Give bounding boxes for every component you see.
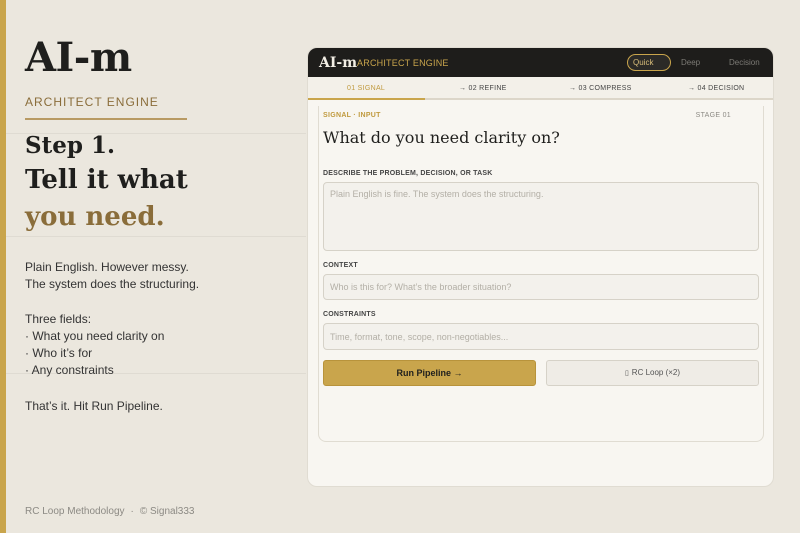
mode-quick-button[interactable]: Quick [627, 54, 671, 71]
mode-deep-button[interactable]: Deep [681, 54, 700, 71]
footer-copyright: © Signal333 [139, 506, 195, 517]
mode-decision-button[interactable]: Decision [729, 54, 760, 71]
tab-stage-decision[interactable]: → 04 DECISION [688, 77, 744, 100]
rc-loop-label: RC Loop (×2) [631, 368, 681, 377]
app-window: AI-m ARCHITECT ENGINE Quick Deep Decisio… [307, 47, 774, 487]
stage-tabs: 01 SIGNAL → 02 REFINE → 03 COMPRESS → 04… [308, 77, 773, 100]
stage-number: STAGE 01 [695, 112, 731, 119]
loop-icon: ▯ [624, 370, 629, 377]
field-bullet: · Any constraints [25, 363, 114, 377]
footer-separator: · [130, 506, 134, 517]
context-label: CONTEXT [323, 262, 358, 269]
tab-stage-compress[interactable]: → 03 COMPRESS [569, 77, 632, 100]
problem-textarea[interactable] [323, 182, 759, 251]
context-input[interactable] [323, 274, 759, 300]
constraints-label: CONSTRAINTS [323, 311, 376, 318]
field-bullet: · What you need clarity on [25, 329, 165, 343]
intro-line-1: Plain English. However messy. [25, 260, 189, 274]
closing-line: That’s it. Hit Run Pipeline. [25, 399, 163, 413]
footer: RC Loop Methodology · © Signal333 [25, 506, 195, 517]
run-pipeline-button[interactable]: Run Pipeline → [323, 360, 536, 386]
brand-logo: AI-m [25, 34, 132, 81]
brand-rule [25, 118, 187, 120]
field-bullet: · Who it’s for [25, 346, 93, 360]
tab-stage-refine[interactable]: → 02 REFINE [459, 77, 507, 100]
divider [6, 236, 306, 237]
step-label: Step 1. [25, 132, 115, 159]
footer-methodology: RC Loop Methodology [25, 506, 125, 517]
tab-stage-signal[interactable]: 01 SIGNAL [347, 77, 385, 100]
app-logo: AI-m [319, 54, 358, 71]
headline-line-2: you need. [25, 202, 165, 232]
intro-line-2: The system does the structuring. [25, 277, 200, 291]
fields-heading: Three fields: [25, 312, 92, 326]
brand-subtitle: ARCHITECT ENGINE [25, 95, 159, 109]
headline-line-1: Tell it what [25, 165, 188, 195]
panel-title: What do you need clarity on? [323, 128, 560, 147]
app-logo-subtitle: ARCHITECT ENGINE [357, 57, 449, 68]
rc-loop-button[interactable]: ▯ RC Loop (×2) [546, 360, 759, 386]
section-eyebrow: SIGNAL · INPUT [323, 112, 381, 119]
constraints-input[interactable] [323, 323, 759, 350]
left-accent-bar [0, 0, 6, 533]
app-topbar: AI-m ARCHITECT ENGINE Quick Deep Decisio… [308, 48, 773, 77]
problem-label: DESCRIBE THE PROBLEM, DECISION, OR TASK [323, 170, 493, 177]
